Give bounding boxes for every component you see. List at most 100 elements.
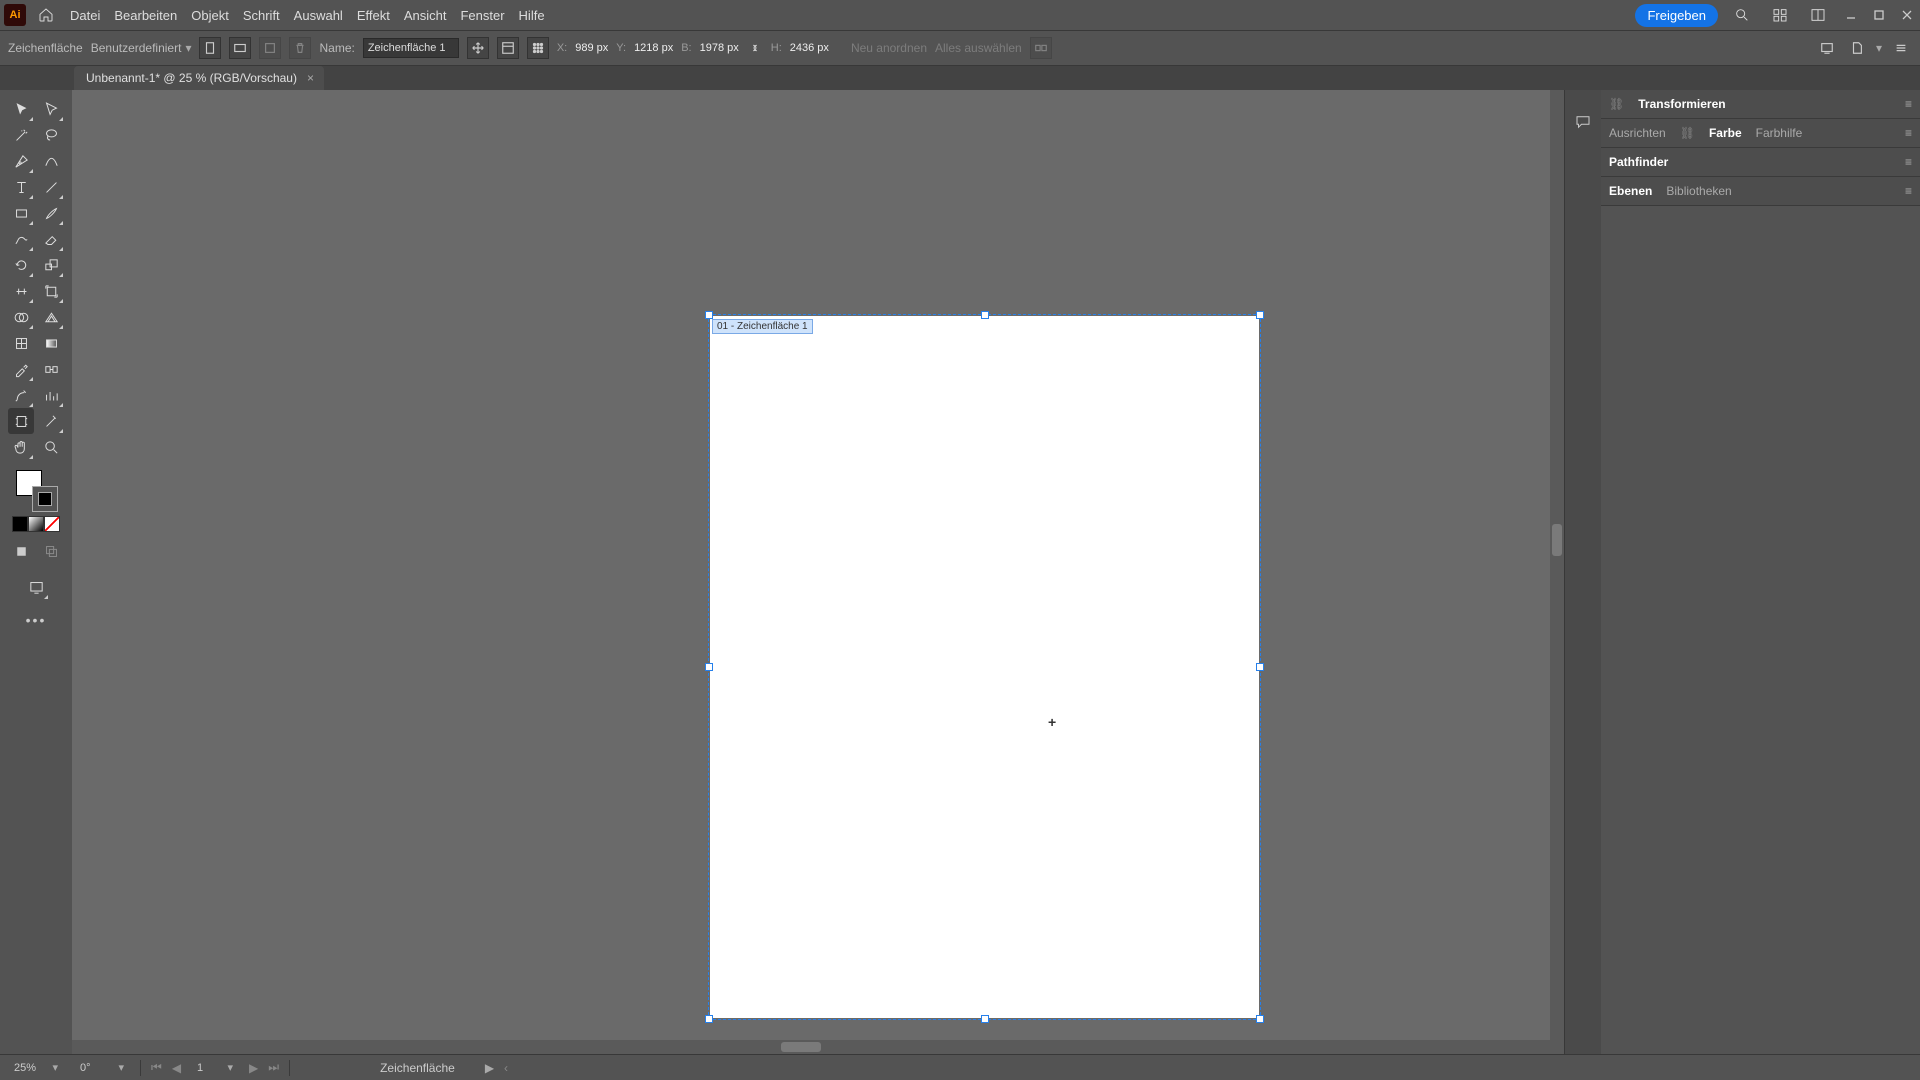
magic-wand-tool[interactable]: [8, 122, 34, 148]
color-mode-solid[interactable]: [12, 516, 28, 532]
menu-bearbeiten[interactable]: Bearbeiten: [114, 8, 177, 23]
color-mode-none[interactable]: [44, 516, 60, 532]
perspective-grid-tool[interactable]: [38, 304, 64, 330]
artboard[interactable]: [710, 316, 1259, 1018]
blend-tool[interactable]: [38, 356, 64, 382]
shaper-tool[interactable]: [8, 226, 34, 252]
gradient-tool[interactable]: [38, 330, 64, 356]
menu-hilfe[interactable]: Hilfe: [519, 8, 545, 23]
zoom-field[interactable]: 25% ▾: [8, 1059, 64, 1077]
align-artboards-button[interactable]: [1030, 37, 1052, 59]
panel-menu-icon[interactable]: ≡: [1905, 126, 1912, 140]
x-value[interactable]: 989 px: [575, 42, 608, 54]
gpu-preview-icon[interactable]: [1816, 37, 1838, 59]
new-artboard-button[interactable]: [259, 37, 281, 59]
menu-ansicht[interactable]: Ansicht: [404, 8, 447, 23]
rotate-tool[interactable]: [8, 252, 34, 278]
window-close[interactable]: [1898, 8, 1916, 22]
artboard-number-field[interactable]: 1 ▾: [191, 1059, 239, 1077]
transform-panel-header[interactable]: ⛓ Transformieren ≡: [1601, 90, 1920, 118]
w-value[interactable]: 1978 px: [700, 42, 739, 54]
home-icon[interactable]: [34, 3, 58, 27]
zoom-tool[interactable]: [38, 434, 64, 460]
orientation-portrait-button[interactable]: [199, 37, 221, 59]
menu-objekt[interactable]: Objekt: [191, 8, 229, 23]
artboard-tool[interactable]: [8, 408, 34, 434]
move-with-artboard-button[interactable]: [467, 37, 489, 59]
panel-menu-icon[interactable]: [1890, 37, 1912, 59]
link-wh-button[interactable]: [747, 37, 763, 59]
paintbrush-tool[interactable]: [38, 200, 64, 226]
drawing-mode-normal[interactable]: [8, 538, 34, 564]
eyedropper-tool[interactable]: [8, 356, 34, 382]
reference-point-button[interactable]: [527, 37, 549, 59]
preset-label[interactable]: Benutzerdefiniert: [91, 41, 182, 55]
stroke-swatch[interactable]: [32, 486, 58, 512]
select-all-button[interactable]: Alles auswählen: [935, 41, 1022, 55]
doc-setup-chevron-icon[interactable]: ▾: [1876, 41, 1882, 55]
mesh-tool[interactable]: [8, 330, 34, 356]
color-mode-gradient[interactable]: [28, 516, 44, 532]
color-tab[interactable]: Farbe: [1709, 126, 1742, 140]
horizontal-scrollbar[interactable]: [72, 1040, 1550, 1054]
width-tool[interactable]: [8, 278, 34, 304]
rearrange-button[interactable]: Neu anordnen: [851, 41, 927, 55]
artboard-options-button[interactable]: [497, 37, 519, 59]
document-tab[interactable]: Unbenannt-1* @ 25 % (RGB/Vorschau) ×: [74, 66, 324, 90]
pathfinder-tab[interactable]: Pathfinder: [1609, 155, 1668, 169]
edit-toolbar-button[interactable]: •••: [23, 612, 49, 628]
search-icon[interactable]: [1730, 3, 1754, 27]
rectangle-tool[interactable]: [8, 200, 34, 226]
window-minimize[interactable]: [1842, 8, 1860, 22]
type-tool[interactable]: [8, 174, 34, 200]
scale-tool[interactable]: [38, 252, 64, 278]
menu-fenster[interactable]: Fenster: [460, 8, 504, 23]
vertical-scrollbar[interactable]: [1550, 90, 1564, 1054]
drawing-mode-behind[interactable]: [38, 538, 64, 564]
artboard-name-input[interactable]: [363, 38, 459, 58]
rotation-chevron-icon[interactable]: ▾: [118, 1061, 124, 1074]
artboard-next-button[interactable]: ▶: [249, 1061, 258, 1075]
curvature-tool[interactable]: [38, 148, 64, 174]
canvas[interactable]: 01 - Zeichenfläche 1 +: [72, 90, 1564, 1054]
eraser-tool[interactable]: [38, 226, 64, 252]
slice-tool[interactable]: [38, 408, 64, 434]
color-guide-tab[interactable]: Farbhilfe: [1756, 126, 1803, 140]
doc-setup-icon[interactable]: [1846, 37, 1868, 59]
menu-effekt[interactable]: Effekt: [357, 8, 390, 23]
align-tab[interactable]: Ausrichten: [1609, 126, 1666, 140]
menu-schrift[interactable]: Schrift: [243, 8, 280, 23]
menu-datei[interactable]: Datei: [70, 8, 100, 23]
artboard-first-button[interactable]: ⏮: [151, 1060, 162, 1075]
menu-auswahl[interactable]: Auswahl: [294, 8, 343, 23]
pen-tool[interactable]: [8, 148, 34, 174]
shape-builder-tool[interactable]: [8, 304, 34, 330]
delete-artboard-button[interactable]: [289, 37, 311, 59]
panel-menu-icon[interactable]: ≡: [1905, 97, 1912, 111]
layers-tab[interactable]: Ebenen: [1609, 184, 1652, 198]
direct-selection-tool[interactable]: [38, 96, 64, 122]
zoom-chevron-icon[interactable]: ▾: [52, 1061, 58, 1074]
status-play-icon[interactable]: ▶: [485, 1061, 494, 1075]
status-prev-icon[interactable]: ‹: [504, 1061, 508, 1075]
workspace-switcher-icon[interactable]: [1768, 3, 1792, 27]
fill-stroke-swatches[interactable]: [14, 468, 58, 512]
transform-tab[interactable]: Transformieren: [1638, 97, 1725, 111]
libraries-tab[interactable]: Bibliotheken: [1666, 184, 1731, 198]
y-value[interactable]: 1218 px: [634, 42, 673, 54]
screen-mode-button[interactable]: [23, 574, 49, 600]
line-segment-tool[interactable]: [38, 174, 64, 200]
window-maximize[interactable]: [1870, 8, 1888, 22]
rotation-field[interactable]: 0° ▾: [74, 1059, 130, 1077]
artboard-prev-button[interactable]: ◀: [172, 1061, 181, 1075]
free-transform-tool[interactable]: [38, 278, 64, 304]
symbol-sprayer-tool[interactable]: [8, 382, 34, 408]
preset-chevron-icon[interactable]: ▾: [185, 41, 191, 55]
column-graph-tool[interactable]: [38, 382, 64, 408]
document-tab-close[interactable]: ×: [307, 71, 314, 85]
share-button[interactable]: Freigeben: [1635, 4, 1718, 27]
h-value[interactable]: 2436 px: [790, 42, 829, 54]
artboard-last-button[interactable]: ⏭: [268, 1060, 279, 1075]
lasso-tool[interactable]: [38, 122, 64, 148]
panel-menu-icon[interactable]: ≡: [1905, 184, 1912, 198]
